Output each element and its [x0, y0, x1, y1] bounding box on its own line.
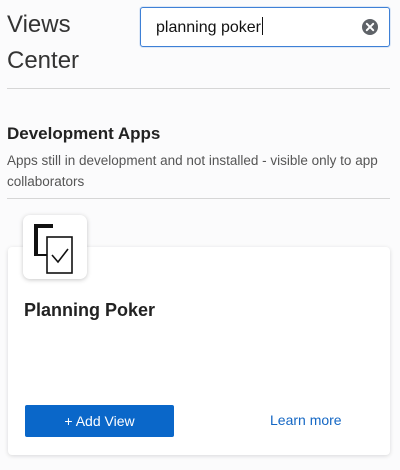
search-value[interactable]: planning poker [156, 19, 261, 36]
section-title: Development Apps [7, 124, 161, 143]
page-title-line-2: Center [7, 47, 80, 74]
page-title: Views Center [7, 7, 79, 79]
header-divider [7, 88, 390, 89]
documents-checkmark-icon [34, 224, 73, 274]
clear-circle-x-icon[interactable] [361, 18, 379, 36]
app-icon-tile [23, 215, 87, 279]
learn-more-link[interactable]: Learn more [270, 412, 342, 428]
app-name: Planning Poker [24, 300, 156, 320]
search-input[interactable]: planning poker [140, 7, 390, 47]
add-view-button[interactable]: + Add View [25, 405, 174, 437]
page-title-line-1: Views [7, 11, 71, 38]
search-value-wrapper[interactable]: planning poker [156, 17, 263, 37]
text-cursor [261, 17, 263, 35]
section-description: Apps still in development and not instal… [7, 153, 378, 189]
section-divider [7, 198, 390, 199]
